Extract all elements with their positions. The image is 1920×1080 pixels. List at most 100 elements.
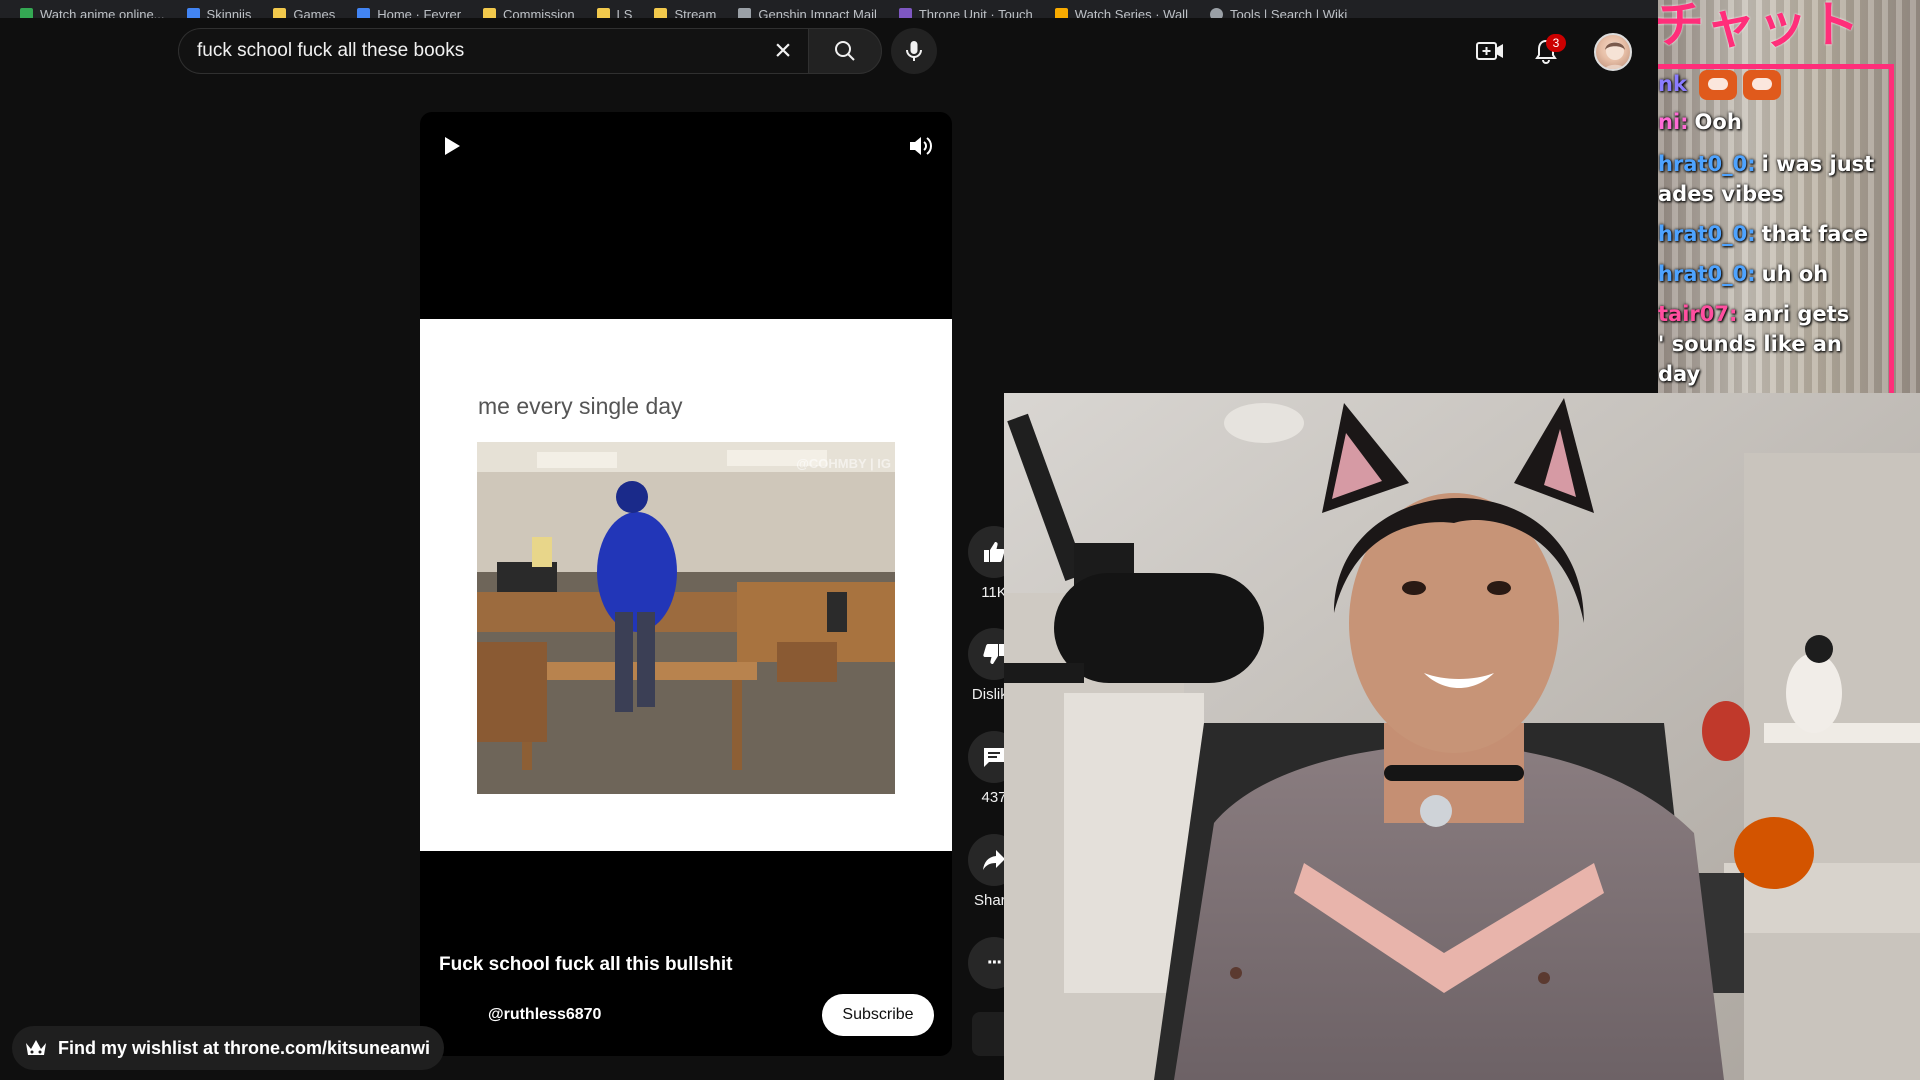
bookmarks-bar: Watch anime online... Skinnijs Games Hom… <box>0 0 1658 18</box>
folder-icon <box>483 8 497 18</box>
bookmark-icon <box>1209 8 1223 18</box>
chat-username: hrat0_0: <box>1658 152 1756 176</box>
chat-text: day <box>1658 362 1701 386</box>
bookmark-label: Home · Feyrer <box>377 7 462 18</box>
bookmark-6[interactable]: Stream <box>654 7 716 18</box>
chat-username: ni: <box>1658 110 1689 134</box>
wishlist-banner: Find my wishlist at throne.com/kitsunean… <box>12 1026 445 1070</box>
chat-text: uh oh <box>1761 262 1829 286</box>
voice-search-button[interactable] <box>891 28 937 74</box>
chat-header: チャット <box>1658 0 1862 53</box>
like-count: 11K <box>981 584 1007 601</box>
folder-icon <box>596 8 610 18</box>
avatar-image <box>1604 42 1626 69</box>
bookmark-label: Throne Unit · Touch <box>918 7 1033 18</box>
search-bar: fuck school fuck all these books × <box>178 28 808 74</box>
bookmark-5[interactable]: LS <box>596 7 633 18</box>
play-icon <box>445 137 460 155</box>
channel-avatar[interactable] <box>440 992 476 1028</box>
bookmark-3[interactable]: Home · Feyrer <box>357 7 461 18</box>
chat-message: hrat0_0: i was just <box>1658 152 1874 176</box>
folder-icon <box>273 8 287 18</box>
comment-count: 437 <box>981 789 1007 806</box>
bookmark-icon <box>186 8 200 18</box>
play-button[interactable] <box>438 132 466 160</box>
bookmark-8[interactable]: Throne Unit · Touch <box>898 7 1033 18</box>
chat-username: hrat0_0: <box>1658 262 1756 286</box>
short-title[interactable]: Fuck school fuck all this bullshit <box>439 954 733 976</box>
volume-icon <box>910 137 932 155</box>
bookmark-2[interactable]: Games <box>273 7 335 18</box>
chat-text: Ooh <box>1694 110 1742 134</box>
bookmark-label: Genshin Impact Mail <box>758 7 877 18</box>
thumbs-up-icon <box>984 542 1005 562</box>
chat-message: day <box>1658 362 1700 386</box>
search-icon <box>835 41 855 61</box>
chat-username: hrat0_0: <box>1658 222 1756 246</box>
screen: Watch anime online... Skinnijs Games Hom… <box>0 0 1920 1080</box>
bookmark-icon <box>1054 8 1068 18</box>
chat-text: ' sounds like an <box>1658 332 1842 356</box>
bookmark-icon <box>738 8 752 18</box>
emote-icon <box>1742 70 1781 100</box>
bookmark-9[interactable]: Watch Series · Wall <box>1054 7 1188 18</box>
shorts-player[interactable]: me every single day @COHMBY | IG Fuck sc… <box>420 112 952 1056</box>
chat-message: tair07: anri gets <box>1658 302 1849 326</box>
bookmark-label: Skinnijs <box>206 7 252 18</box>
share-icon <box>983 850 1005 870</box>
webcam-feed <box>1004 393 1920 1080</box>
bookmark-label: Commission <box>503 7 575 18</box>
mic-icon <box>906 41 922 61</box>
volume-button[interactable] <box>906 132 936 160</box>
subscribe-button[interactable]: Subscribe <box>822 994 934 1036</box>
bookmark-0[interactable]: Watch anime online... <box>20 7 165 18</box>
bookmark-4[interactable]: Commission <box>483 7 575 18</box>
meme-photo: @COHMBY | IG <box>477 442 895 794</box>
stream-chat-overlay: チャット nk ni: Ooh hrat0_0: i was just ades vibe… <box>1658 0 1920 393</box>
meme-caption: me every single day <box>478 393 683 419</box>
search-input[interactable]: fuck school fuck all these books <box>179 40 758 62</box>
notification-count-badge: 3 <box>1546 34 1566 52</box>
bookmark-7[interactable]: Genshin Impact Mail <box>738 7 877 18</box>
bookmark-label: Tools | Search | Wiki <box>1229 7 1348 18</box>
bookmark-label: Games <box>293 7 336 18</box>
bookmark-label: Stream <box>674 7 717 18</box>
chat-message: ades vibes <box>1658 182 1784 206</box>
chat-username: tair07: <box>1658 302 1738 326</box>
bookmark-icon <box>898 8 912 18</box>
chat-text: ades vibes <box>1658 182 1784 206</box>
bookmark-label: Watch anime online... <box>40 7 165 18</box>
video-frame: me every single day @COHMBY | IG <box>420 319 952 851</box>
chat-message: hrat0_0: that face <box>1658 222 1868 246</box>
search-button[interactable] <box>808 28 882 74</box>
chat-text: i was just <box>1761 152 1875 176</box>
watermark: @COHMBY | IG <box>796 456 891 471</box>
library-scene <box>477 442 895 794</box>
more-icon: ··· <box>987 951 1003 974</box>
bookmark-icon <box>357 8 371 18</box>
chat-text: anri gets <box>1743 302 1850 326</box>
account-avatar[interactable] <box>1594 33 1632 71</box>
emote-icon <box>1698 70 1737 100</box>
folder-icon <box>654 8 668 18</box>
webcam-image <box>1004 393 1920 1080</box>
wishlist-text: Find my wishlist at throne.com/kitsunean… <box>58 1037 431 1058</box>
bookmark-1[interactable]: Skinnijs <box>186 7 252 18</box>
crown-icon <box>26 1040 46 1055</box>
chat-message: ' sounds like an <box>1658 332 1842 356</box>
chat-username: nk <box>1658 72 1687 96</box>
thumbs-down-icon <box>983 644 1004 664</box>
bookmark-10[interactable]: Tools | Search | Wiki <box>1209 7 1348 18</box>
close-icon: × <box>774 34 792 67</box>
comment-icon <box>984 748 1004 767</box>
bookmark-icon <box>20 8 33 18</box>
clear-search-button[interactable]: × <box>758 28 808 74</box>
channel-name[interactable]: @ruthless6870 <box>488 1006 601 1024</box>
chat-text: that face <box>1761 222 1869 246</box>
chat-message: nk <box>1658 70 1781 100</box>
create-button[interactable] <box>1472 33 1508 69</box>
bookmark-label: Watch Series · Wall <box>1074 7 1188 18</box>
bookmark-label: LS <box>616 7 633 18</box>
chat-message: ni: Ooh <box>1658 110 1742 134</box>
chat-message: hrat0_0: uh oh <box>1658 262 1828 286</box>
